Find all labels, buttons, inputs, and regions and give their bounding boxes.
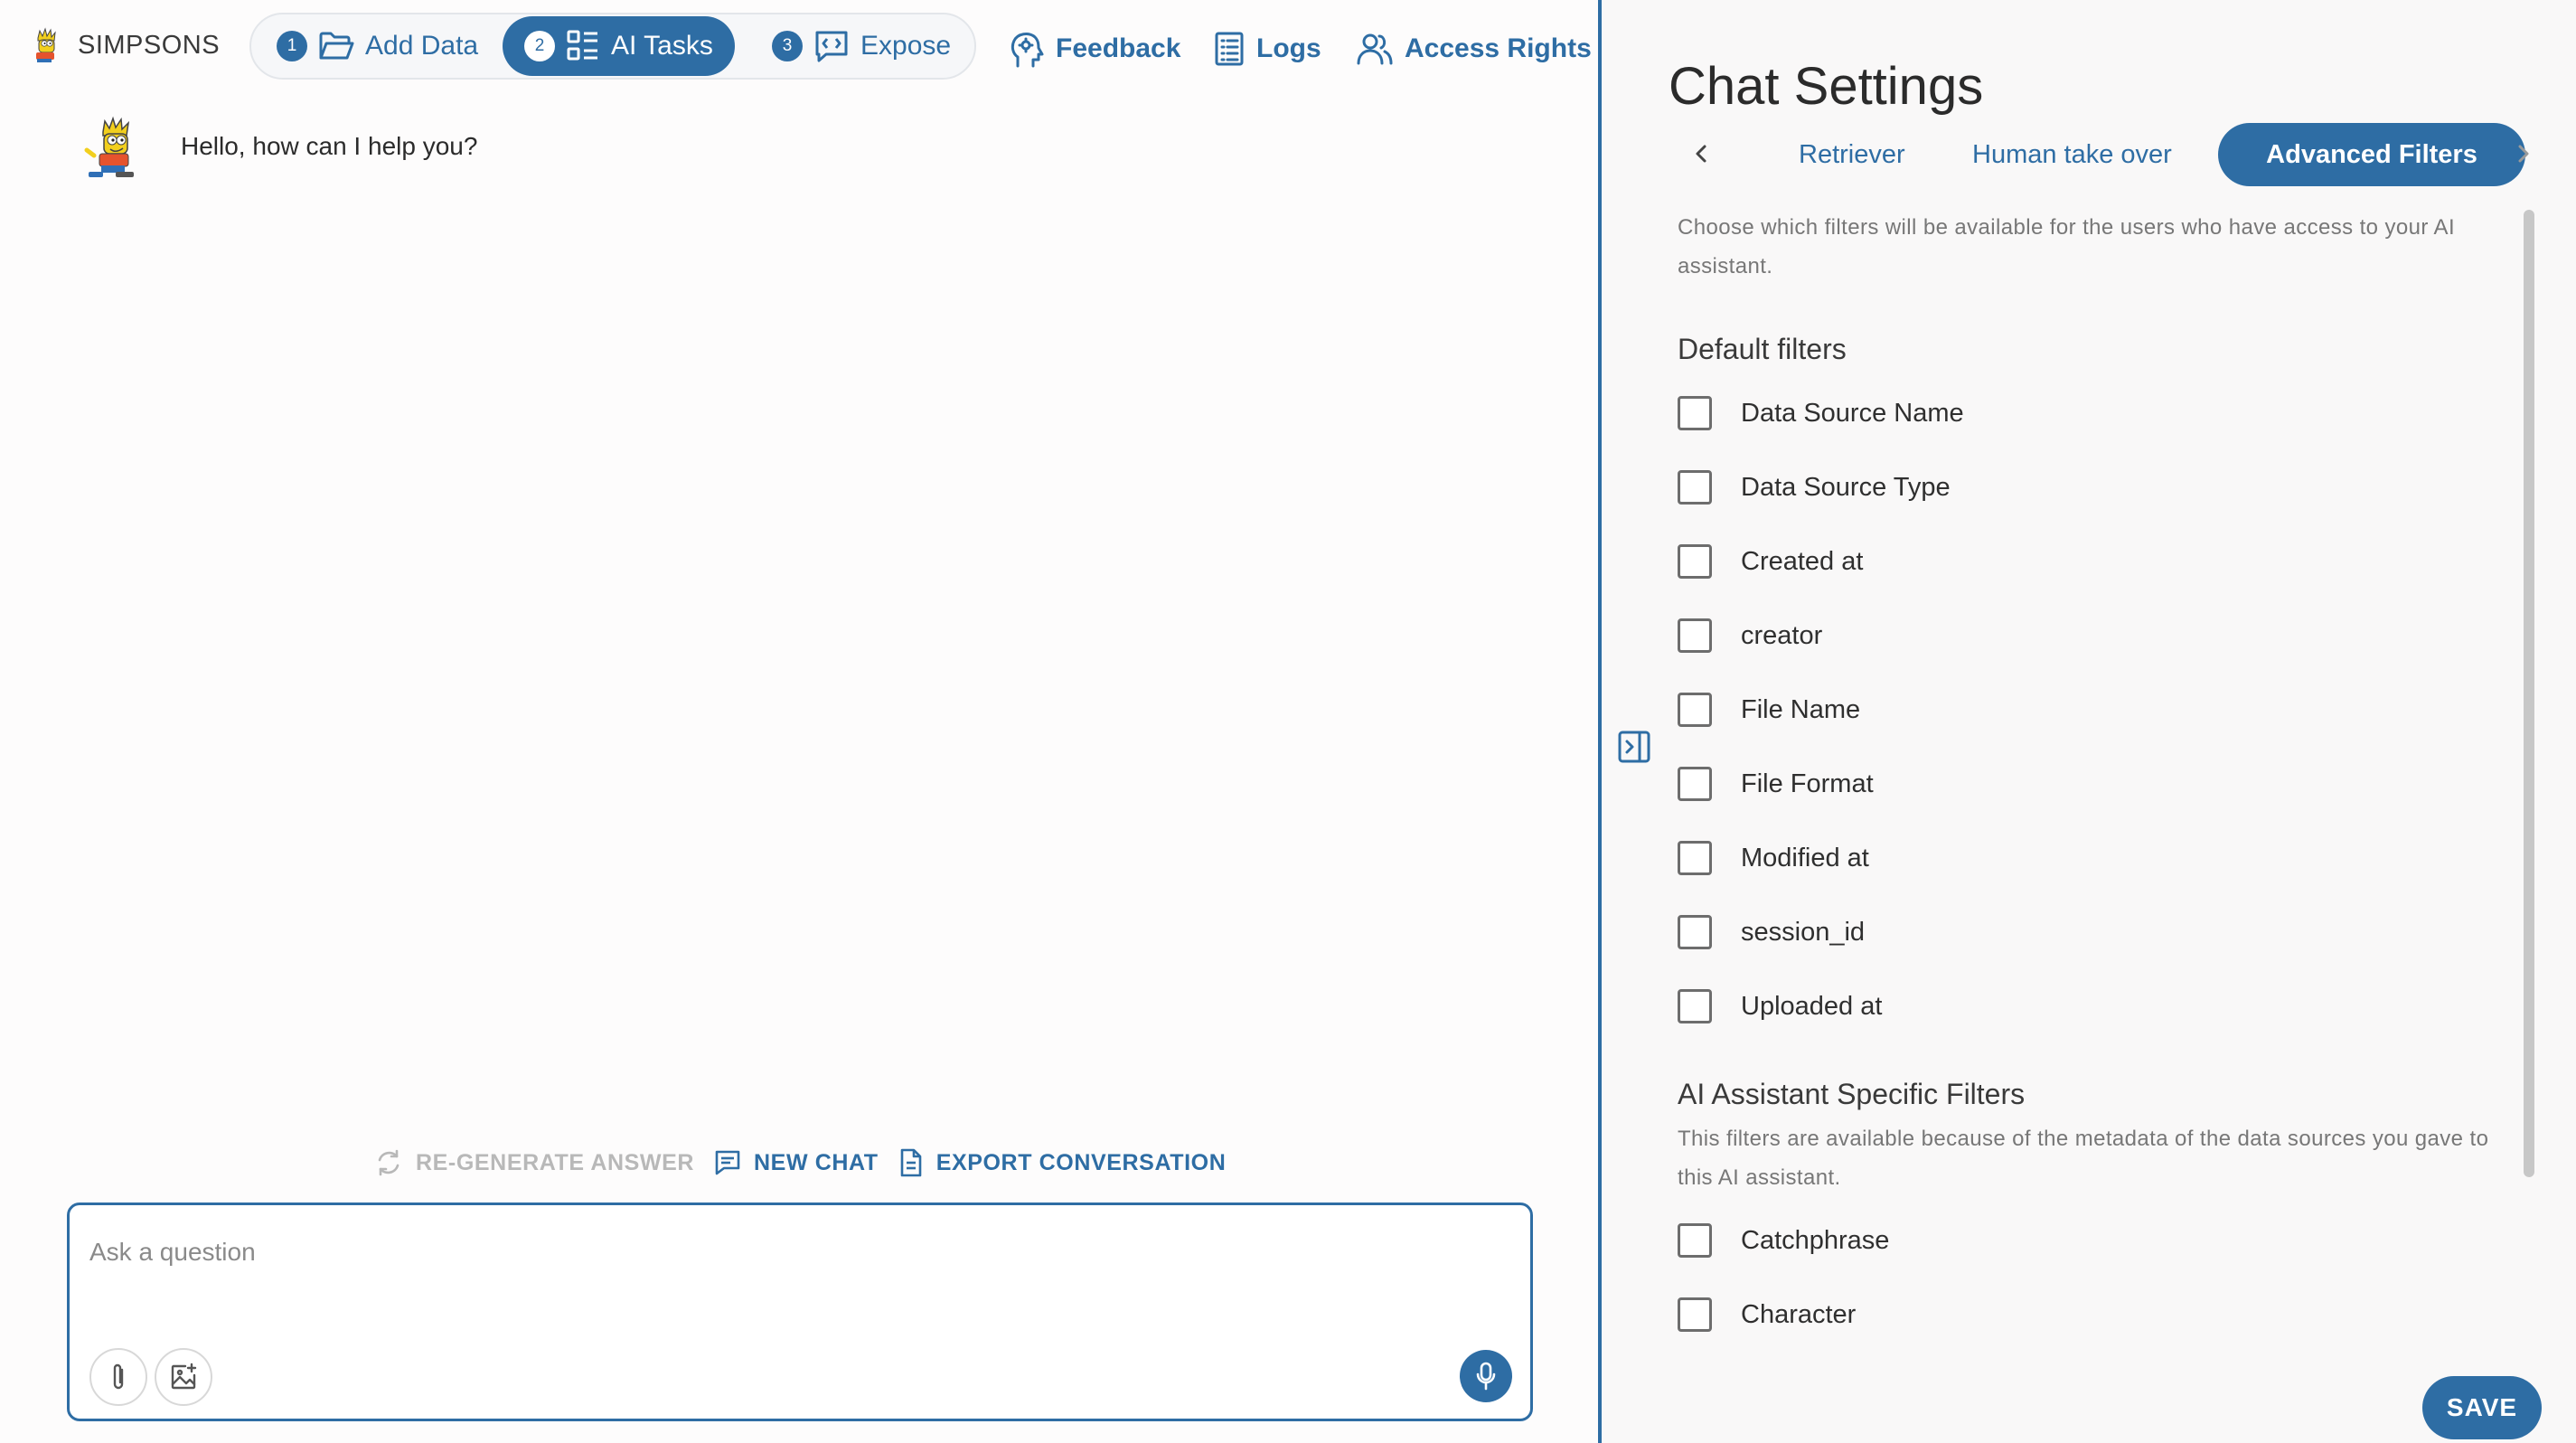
head-thought-icon (1011, 33, 1044, 68)
save-button[interactable]: SAVE (2422, 1376, 2542, 1439)
collapse-panel-icon[interactable] (1616, 729, 1652, 765)
checkbox[interactable] (1678, 396, 1712, 430)
add-image-button[interactable] (155, 1348, 212, 1406)
microphone-icon (1476, 1362, 1496, 1391)
filter-label: Data Source Type (1741, 472, 1951, 502)
grid-list-icon (567, 30, 597, 61)
checkbox[interactable] (1678, 544, 1712, 579)
brand[interactable]: SIMPSONS (25, 24, 220, 67)
export-conversation-label: EXPORT CONVERSATION (935, 1149, 1227, 1175)
step-number: 2 (524, 31, 555, 61)
checkbox[interactable] (1678, 1223, 1712, 1258)
filter-label: Character (1741, 1299, 1857, 1329)
tab-retriever[interactable]: Retriever (1799, 123, 1905, 186)
filter-data-source-name[interactable]: Data Source Name (1678, 393, 1964, 433)
step-number: 1 (277, 31, 307, 61)
checkbox[interactable] (1678, 915, 1712, 949)
new-chat-button[interactable]: NEW CHAT (714, 1149, 879, 1176)
regenerate-answer-button[interactable]: RE-GENERATE ANSWER (374, 1148, 694, 1177)
checkbox[interactable] (1678, 767, 1712, 801)
refresh-icon (378, 1149, 400, 1176)
step-add-data[interactable]: 1 Add Data (277, 16, 478, 76)
nav-access-rights[interactable]: Access Rights (1356, 24, 1592, 74)
filters-description: Choose which filters will be available f… (1678, 215, 2456, 278)
nav-access-rights-label: Access Rights (1405, 33, 1592, 63)
step-label: Expose (860, 31, 952, 61)
voice-input-button[interactable] (1460, 1350, 1512, 1402)
users-icon (1357, 33, 1393, 65)
step-label: AI Tasks (611, 31, 713, 61)
nav-feedback[interactable]: Feedback (1009, 24, 1180, 74)
attach-file-button[interactable] (89, 1348, 147, 1406)
question-input[interactable] (89, 1225, 1500, 1279)
chat-actions: RE-GENERATE ANSWER NEW CHAT EXPORT CONVE… (374, 1143, 1246, 1183)
specific-filters-heading: AI Assistant Specific Filters (1678, 1078, 2026, 1110)
filter-data-source-type[interactable]: Data Source Type (1678, 467, 1951, 507)
default-filters-heading: Default filters (1678, 333, 1847, 365)
filter-session-id[interactable]: session_id (1678, 912, 1865, 952)
bot-avatar (84, 116, 134, 177)
filter-modified-at[interactable]: Modified at (1678, 838, 1869, 878)
folder-open-icon (319, 32, 354, 60)
nav-logs[interactable]: Logs (1213, 24, 1321, 74)
step-expose[interactable]: 3 Expose (772, 16, 951, 76)
nav-logs-label: Logs (1256, 33, 1321, 63)
filter-label: Modified at (1741, 843, 1869, 872)
step-label: Add Data (365, 31, 479, 61)
chevron-left-icon[interactable] (1685, 136, 1717, 172)
new-chat-label: NEW CHAT (754, 1149, 879, 1175)
checkbox[interactable] (1678, 1297, 1712, 1332)
panel-title: Chat Settings (1669, 57, 1984, 116)
filter-file-name[interactable]: File Name (1678, 690, 1860, 730)
checkbox[interactable] (1678, 693, 1712, 727)
filter-character[interactable]: Character (1678, 1295, 1856, 1335)
filter-file-format[interactable]: File Format (1678, 764, 1874, 804)
document-icon (900, 1148, 921, 1177)
filters-scroll-area[interactable]: Choose which filters will be available f… (1602, 199, 2576, 1365)
chat-bubble-icon (715, 1150, 740, 1175)
tab-human-take-over[interactable]: Human take over (1972, 123, 2172, 186)
nav-feedback-label: Feedback (1056, 33, 1181, 63)
filter-label: File Format (1741, 769, 1874, 798)
workflow-stepper: 1 Add Data 2 AI Tasks 3 Expose (249, 13, 976, 80)
filter-label: File Name (1741, 694, 1861, 724)
filter-label: creator (1741, 620, 1823, 650)
bart-simpson-icon (36, 27, 56, 62)
step-number: 3 (772, 31, 803, 61)
filter-label: session_id (1741, 917, 1866, 947)
brand-name: SIMPSONS (78, 30, 221, 60)
scrollbar-thumb[interactable] (2524, 210, 2534, 1177)
checkbox[interactable] (1678, 841, 1712, 875)
filter-catchphrase[interactable]: Catchphrase (1678, 1221, 1889, 1260)
bot-greeting-message: Hello, how can I help you? (181, 132, 478, 160)
checkbox[interactable] (1678, 989, 1712, 1023)
filter-label: Catchphrase (1741, 1225, 1890, 1255)
chevron-right-icon[interactable] (2507, 136, 2540, 172)
tab-advanced-filters[interactable]: Advanced Filters (2218, 123, 2525, 186)
chat-settings-panel: Chat Settings Retriever Human take over … (1602, 0, 2576, 1443)
specific-filters-description: This filters are available because of th… (1678, 1127, 2489, 1190)
filter-creator[interactable]: creator (1678, 616, 1822, 655)
filter-created-at[interactable]: Created at (1678, 542, 1863, 581)
code-chat-icon (815, 31, 848, 62)
step-ai-tasks[interactable]: 2 AI Tasks (503, 16, 735, 76)
add-image-icon (171, 1363, 197, 1390)
filter-label: Created at (1741, 546, 1864, 576)
regenerate-answer-label: RE-GENERATE ANSWER (416, 1149, 695, 1175)
checkbox[interactable] (1678, 470, 1712, 505)
checkbox[interactable] (1678, 618, 1712, 653)
filter-label: Uploaded at (1741, 991, 1883, 1021)
export-conversation-button[interactable]: EXPORT CONVERSATION (898, 1148, 1227, 1177)
filter-uploaded-at[interactable]: Uploaded at (1678, 986, 1882, 1026)
log-list-icon (1215, 32, 1244, 66)
question-box (67, 1202, 1533, 1421)
paperclip-icon (113, 1363, 124, 1390)
filter-label: Data Source Name (1741, 398, 1964, 428)
